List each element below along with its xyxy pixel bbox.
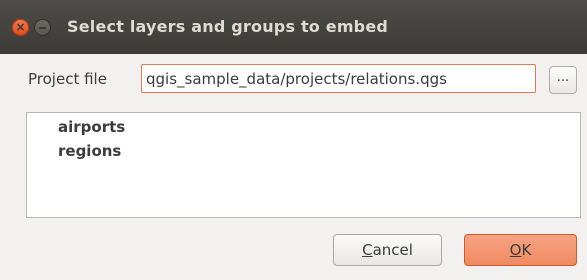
cancel-button[interactable]: Cancel [333, 234, 442, 266]
layer-tree[interactable]: airports regions [26, 112, 581, 218]
browse-button[interactable]: ... [549, 66, 577, 94]
close-icon[interactable]: × [12, 19, 29, 36]
ok-mnemonic: O [509, 241, 522, 259]
ok-button[interactable]: OK [464, 234, 577, 266]
cancel-label: ancel [372, 241, 413, 259]
dialog-window: × Select layers and groups to embed Proj… [0, 0, 587, 280]
tree-item-regions[interactable]: regions [58, 142, 121, 160]
project-file-label: Project file [28, 70, 107, 88]
window-title: Select layers and groups to embed [67, 17, 389, 36]
title-bar: × Select layers and groups to embed [0, 0, 587, 54]
project-file-input[interactable] [141, 64, 536, 93]
ok-label: K [521, 241, 532, 259]
cancel-mnemonic: C [362, 241, 373, 259]
tree-item-airports[interactable]: airports [58, 118, 125, 136]
minimize-icon[interactable] [34, 19, 51, 36]
